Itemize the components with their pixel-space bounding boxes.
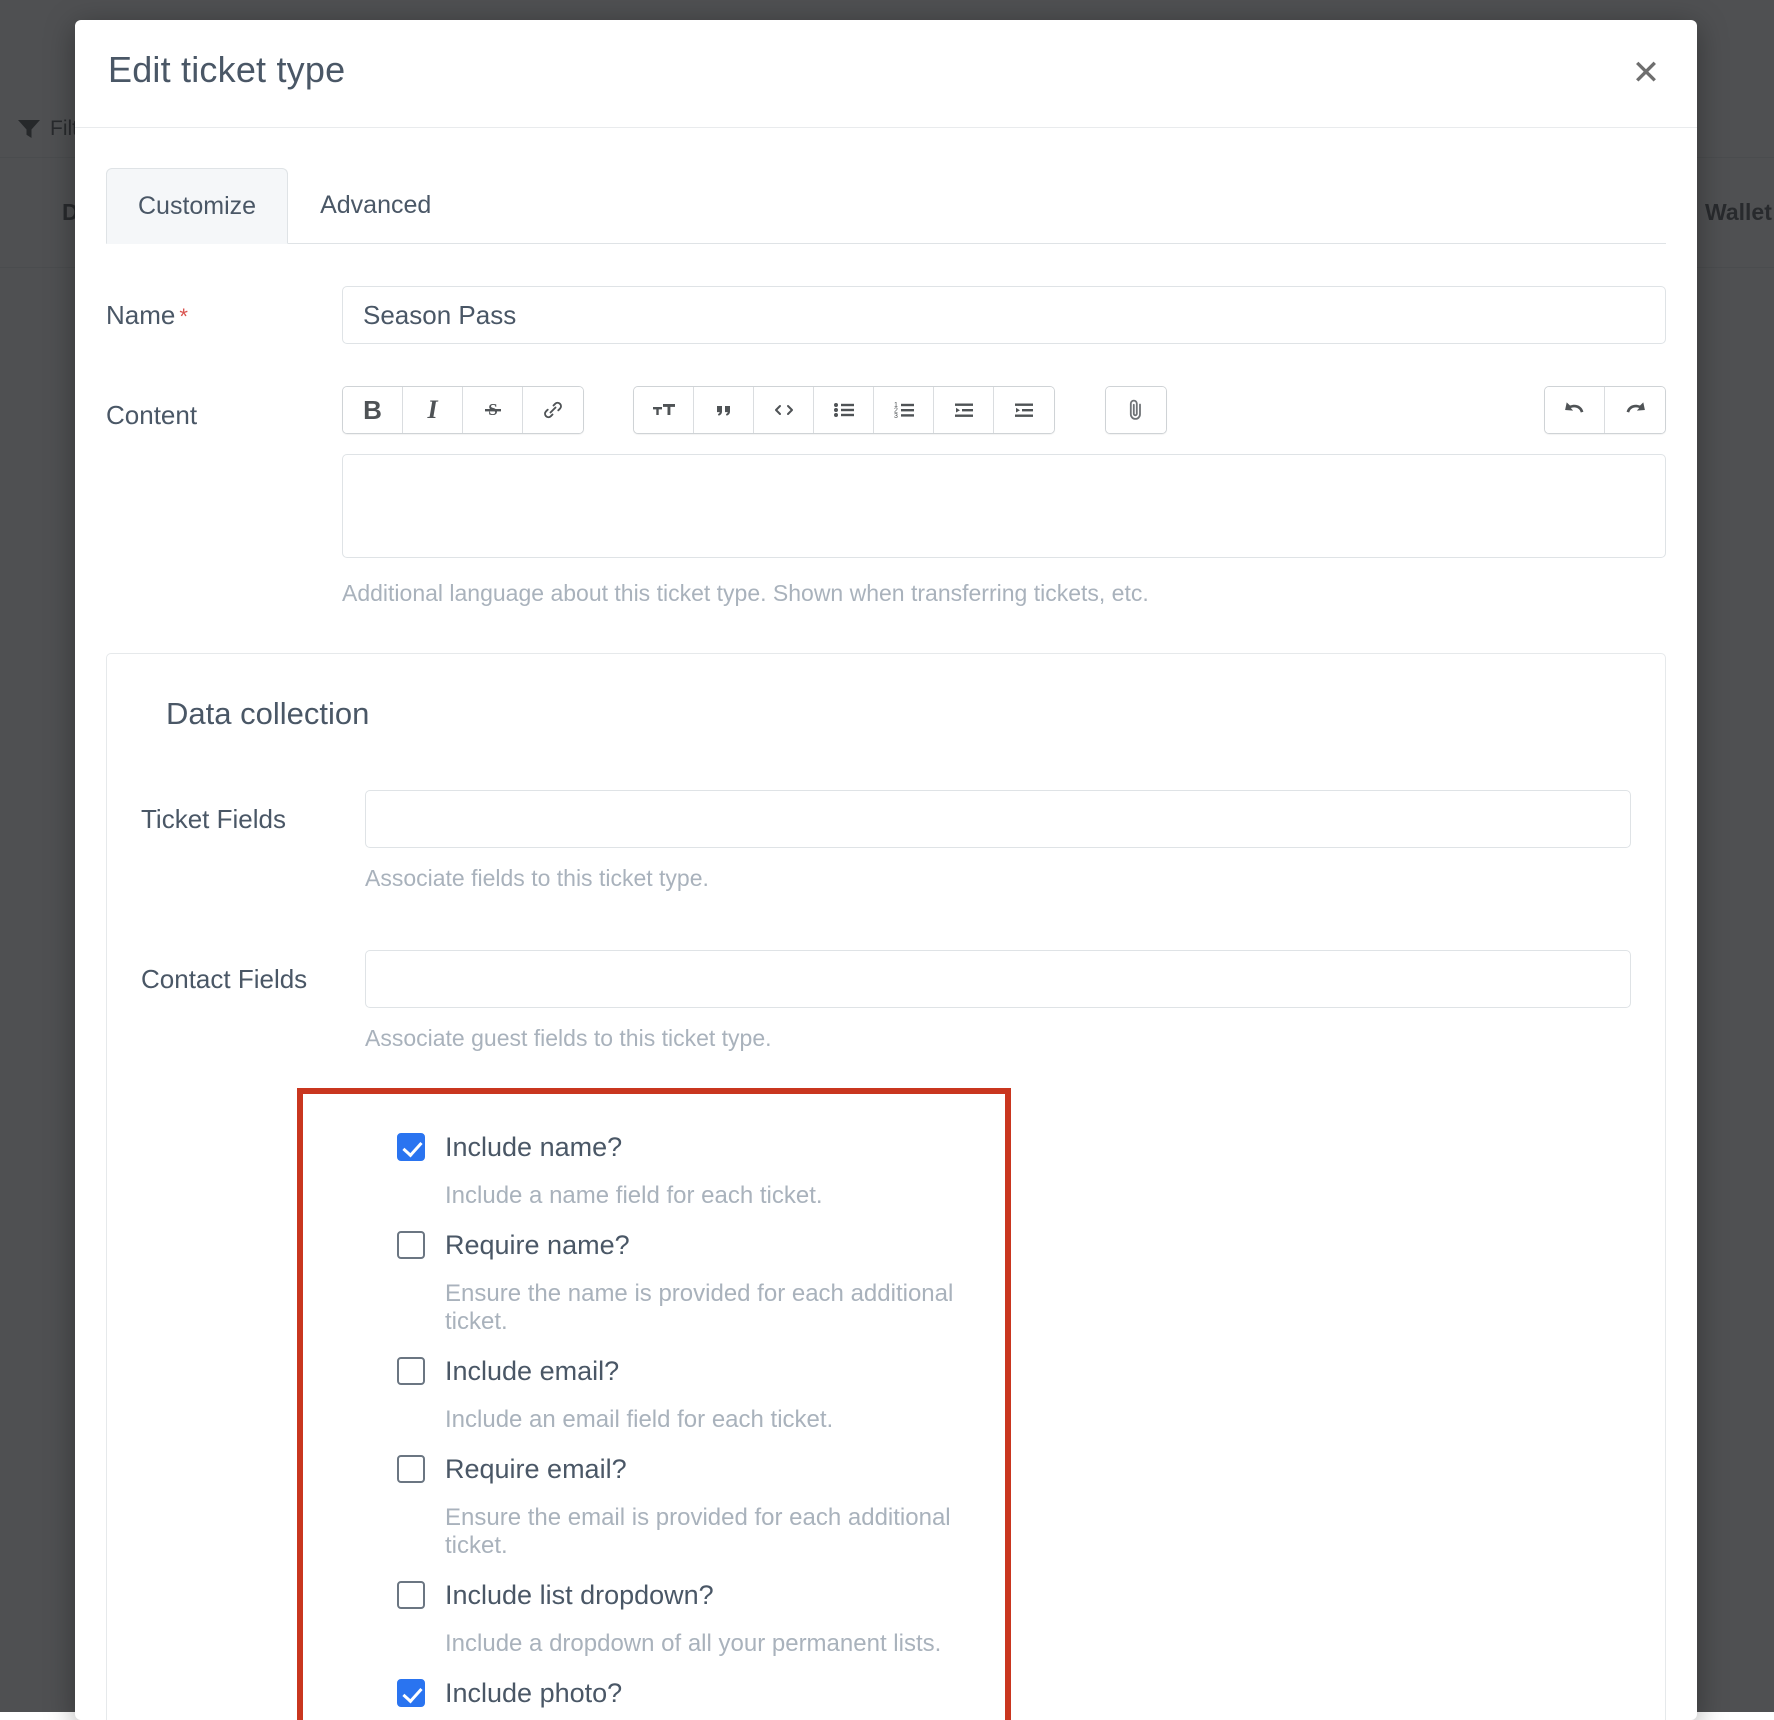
include-email-checkbox[interactable]: [397, 1357, 425, 1385]
include-photo-label: Include photo?: [445, 1678, 622, 1709]
edit-ticket-type-dialog: Edit ticket type ✕ Customize Advanced Na…: [75, 20, 1697, 1720]
data-collection-inner: Ticket Fields Associate fields to this t…: [107, 790, 1665, 1720]
include-email-help: Include an email field for each ticket.: [303, 1406, 1005, 1434]
ticket-fields-row: Ticket Fields Associate fields to this t…: [141, 790, 1631, 892]
include-name-checkbox[interactable]: [397, 1133, 425, 1161]
include-list-dropdown-label: Include list dropdown?: [445, 1580, 714, 1611]
require-name-help: Ensure the name is provided for each add…: [303, 1280, 1005, 1336]
name-field-label: Name*: [106, 286, 342, 331]
bold-icon[interactable]: B: [343, 387, 403, 433]
indent-icon[interactable]: [994, 387, 1054, 433]
contact-fields-help: Associate guest fields to this ticket ty…: [365, 1025, 1631, 1052]
dialog-header: Edit ticket type ✕: [75, 20, 1697, 128]
redo-icon[interactable]: [1605, 387, 1665, 433]
include-email-label: Include email?: [445, 1356, 619, 1387]
ticket-fields-label: Ticket Fields: [141, 790, 365, 835]
toolbar-group-attachment: [1105, 386, 1167, 434]
name-field-control: [342, 286, 1666, 344]
svg-text:3: 3: [894, 413, 898, 420]
outdent-icon[interactable]: [934, 387, 994, 433]
require-email-help: Ensure the email is provided for each ad…: [303, 1504, 1005, 1560]
toolbar-group-inline: B I S: [342, 386, 584, 434]
italic-icon[interactable]: I: [403, 387, 463, 433]
require-email-checkbox[interactable]: [397, 1455, 425, 1483]
option-include-email[interactable]: Include email?: [303, 1352, 1005, 1390]
require-email-label: Require email?: [445, 1454, 627, 1485]
name-label-text: Name: [106, 300, 175, 330]
toolbar-group-history: [1544, 386, 1666, 434]
include-name-label: Include name?: [445, 1132, 622, 1163]
tab-customize[interactable]: Customize: [106, 168, 288, 244]
include-list-dropdown-checkbox[interactable]: [397, 1581, 425, 1609]
name-field-row: Name*: [106, 286, 1666, 344]
contact-fields-input[interactable]: [365, 950, 1631, 1008]
contact-fields-label: Contact Fields: [141, 950, 365, 995]
data-collection-options-highlight: Include name? Include a name field for e…: [297, 1088, 1011, 1720]
data-collection-title: Data collection: [166, 696, 1665, 732]
tab-advanced[interactable]: Advanced: [288, 168, 463, 243]
undo-icon[interactable]: [1545, 387, 1605, 433]
contact-fields-row: Contact Fields Associate guest fields to…: [141, 950, 1631, 1052]
include-name-help: Include a name field for each ticket.: [303, 1182, 1005, 1210]
content-field-row: Content B I S: [106, 386, 1666, 607]
blockquote-icon[interactable]: [694, 387, 754, 433]
option-include-name[interactable]: Include name?: [303, 1128, 1005, 1166]
data-collection-panel: Data collection Ticket Fields Associate …: [106, 653, 1666, 1720]
numbered-list-icon[interactable]: 1 2 3: [874, 387, 934, 433]
dialog-body: Customize Advanced Name* Content B: [75, 168, 1697, 1720]
require-name-label: Require name?: [445, 1230, 630, 1261]
dialog-title: Edit ticket type: [108, 49, 345, 91]
required-marker: *: [179, 304, 188, 329]
option-require-email[interactable]: Require email?: [303, 1450, 1005, 1488]
ticket-fields-input[interactable]: [365, 790, 1631, 848]
require-name-checkbox[interactable]: [397, 1231, 425, 1259]
option-require-name[interactable]: Require name?: [303, 1226, 1005, 1264]
option-include-list-dropdown[interactable]: Include list dropdown?: [303, 1576, 1005, 1614]
strikethrough-icon[interactable]: S: [463, 387, 523, 433]
include-list-dropdown-help: Include a dropdown of all your permanent…: [303, 1630, 1005, 1658]
bulleted-list-icon[interactable]: [814, 387, 874, 433]
ticket-fields-control: Associate fields to this ticket type.: [365, 790, 1631, 892]
code-icon[interactable]: [754, 387, 814, 433]
content-editor[interactable]: [342, 454, 1666, 558]
attachment-icon[interactable]: [1106, 387, 1166, 433]
option-include-photo[interactable]: Include photo?: [303, 1674, 1005, 1712]
toolbar-group-block: 1 2 3: [633, 386, 1055, 434]
text-size-icon[interactable]: [634, 387, 694, 433]
content-field-control: B I S: [342, 386, 1666, 607]
close-icon[interactable]: ✕: [1623, 50, 1669, 96]
include-photo-checkbox[interactable]: [397, 1679, 425, 1707]
ticket-fields-help: Associate fields to this ticket type.: [365, 865, 1631, 892]
contact-fields-control: Associate guest fields to this ticket ty…: [365, 950, 1631, 1052]
link-icon[interactable]: [523, 387, 583, 433]
name-input[interactable]: [342, 286, 1666, 344]
rich-text-toolbar: B I S: [342, 386, 1666, 434]
content-field-label: Content: [106, 386, 342, 431]
content-help-text: Additional language about this ticket ty…: [342, 580, 1666, 607]
dialog-tabs: Customize Advanced: [106, 168, 1666, 244]
